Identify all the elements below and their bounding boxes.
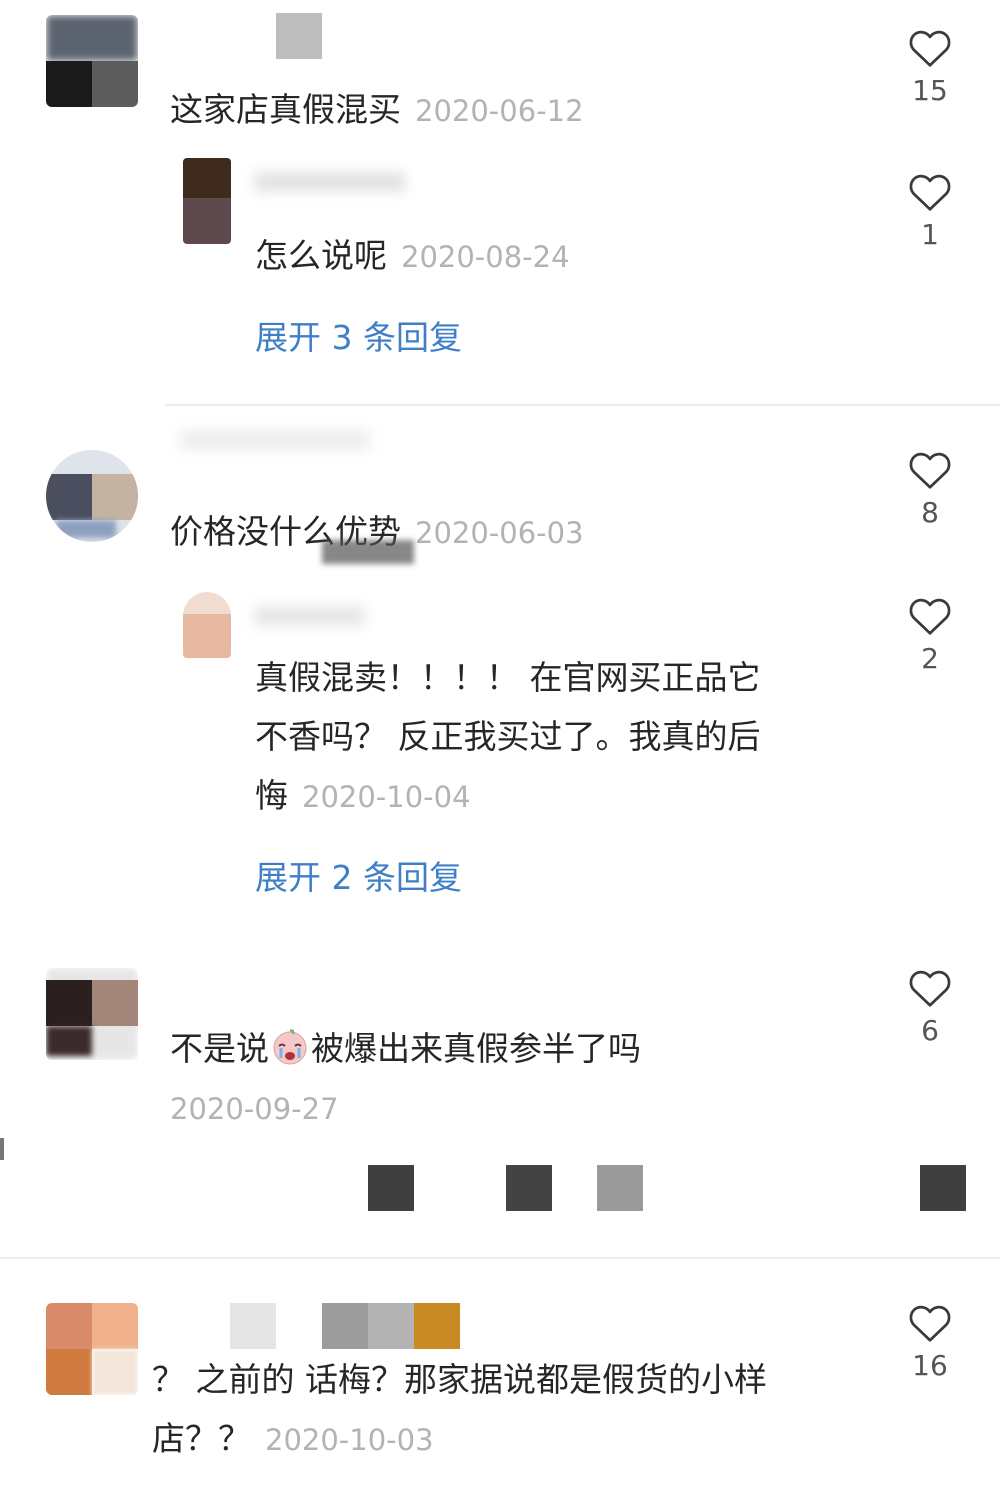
like-button[interactable]: 1: [900, 172, 960, 252]
like-button[interactable]: 16: [900, 1303, 960, 1383]
username-blur: [255, 606, 365, 626]
like-count: 8: [921, 496, 939, 529]
reply-date: 2020-08-24: [401, 240, 570, 274]
avatar[interactable]: [46, 968, 138, 1060]
comment-date: 2020-09-27: [170, 1092, 339, 1126]
text-mask: [322, 540, 414, 564]
like-count: 6: [921, 1014, 939, 1047]
username-blur: [180, 430, 370, 450]
like-count: 15: [912, 74, 948, 107]
heart-outline-icon: [909, 174, 951, 211]
divider: [0, 1257, 1000, 1259]
comment-date: 2020-06-12: [415, 94, 584, 128]
comment-text: ？ 之前的 话梅？那家据说都是假货的小样 店？？ 2020-10-03: [152, 1360, 767, 1458]
heart-outline-icon: [909, 970, 951, 1007]
like-count: 2: [921, 642, 939, 675]
like-count: 16: [912, 1349, 948, 1382]
comment-date: 2020-10-03: [265, 1423, 434, 1457]
crying-face-emoji: [271, 1028, 309, 1066]
reply-text: 怎么说呢 2020-08-24: [255, 236, 570, 275]
like-button[interactable]: 2: [900, 596, 960, 676]
like-button[interactable]: 8: [900, 450, 960, 530]
expand-replies-link[interactable]: 展开 2 条回复: [255, 858, 462, 898]
username-mask: [276, 13, 322, 59]
comment-text: 不是说 被爆出来真假参半了吗: [170, 1028, 641, 1068]
reply-text: 真假混卖！！！！ 在官网买正品它 不香吗？ 反正我买过了。我真的后 悔 2020-…: [255, 658, 761, 815]
heart-outline-icon: [909, 1305, 951, 1342]
expand-replies-link[interactable]: 展开 3 条回复: [255, 318, 462, 358]
like-button[interactable]: 15: [900, 28, 960, 108]
like-count: 1: [921, 218, 939, 251]
reply-date: 2020-10-04: [302, 780, 471, 814]
avatar[interactable]: [46, 450, 138, 542]
heart-outline-icon: [909, 30, 951, 67]
avatar[interactable]: [183, 592, 231, 658]
heart-outline-icon: [909, 452, 951, 489]
avatar[interactable]: [46, 1303, 138, 1395]
avatar[interactable]: [183, 158, 231, 244]
comment-date: 2020-06-03: [415, 516, 584, 550]
heart-outline-icon: [909, 598, 951, 635]
avatar[interactable]: [46, 15, 138, 107]
divider: [165, 404, 1000, 406]
username-blur: [255, 172, 405, 192]
like-button[interactable]: 6: [900, 968, 960, 1048]
comment-text: 这家店真假混买 2020-06-12: [170, 90, 584, 129]
